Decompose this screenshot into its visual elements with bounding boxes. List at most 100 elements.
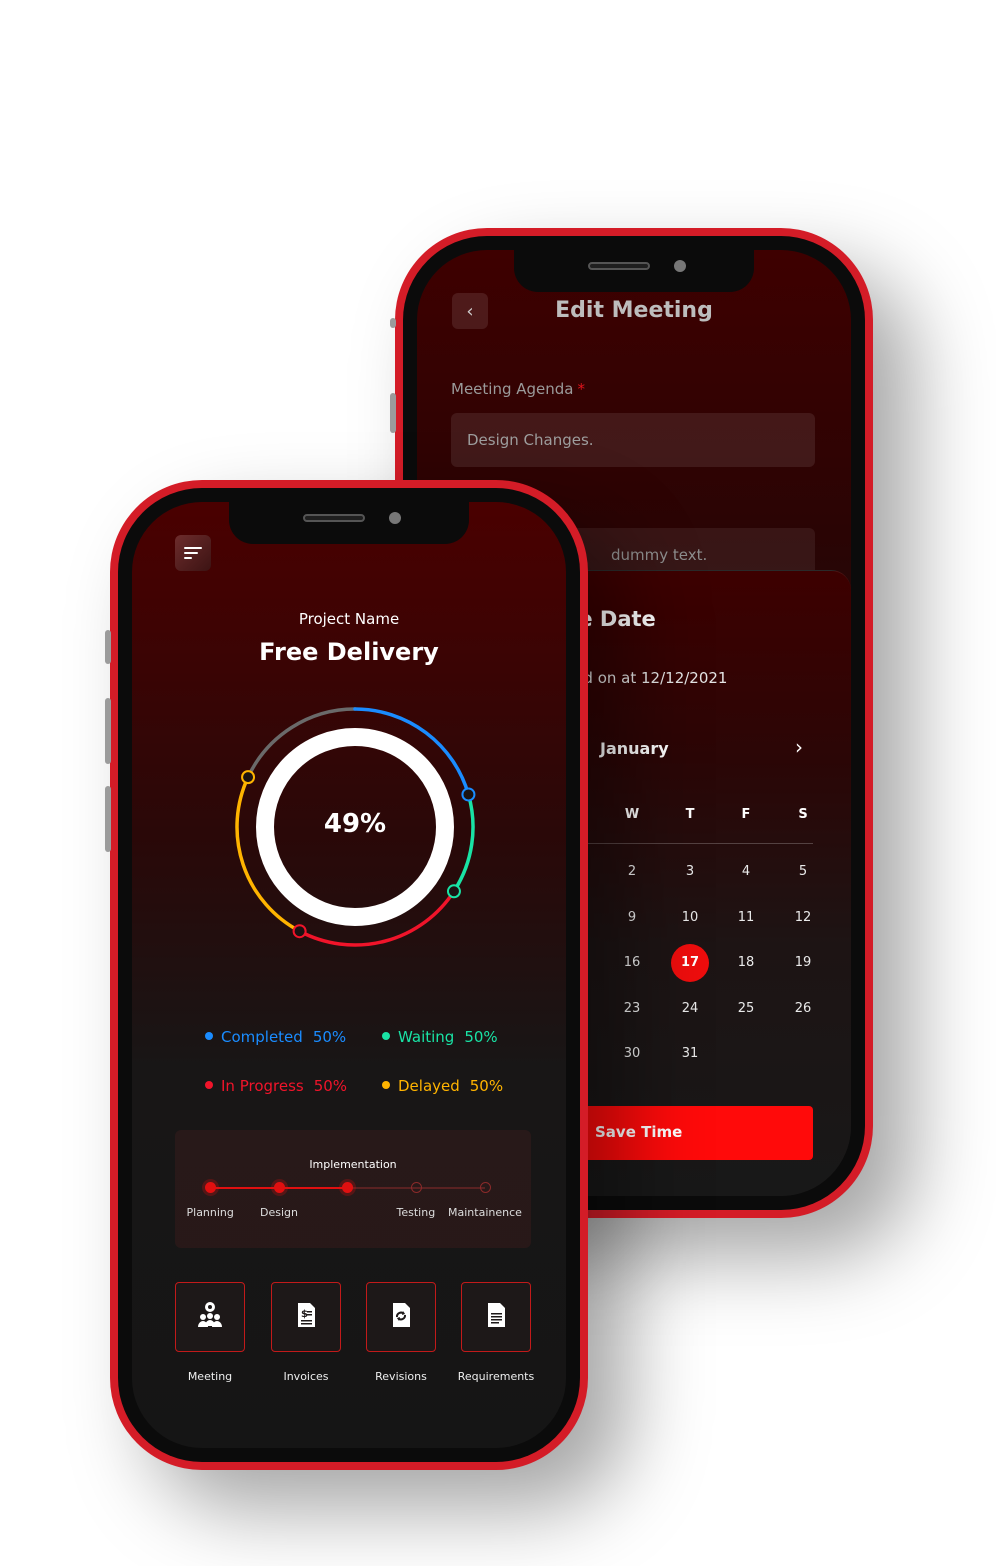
speaker — [588, 262, 650, 270]
legend-label: Delayed — [398, 1077, 460, 1095]
calendar-day[interactable]: 5 — [784, 853, 822, 891]
in-progress-marker — [292, 924, 307, 939]
legend-value: 50% — [312, 1028, 347, 1046]
phase-label: Planning — [186, 1206, 234, 1219]
calendar-day[interactable]: 18 — [727, 944, 765, 982]
phase-connector — [347, 1187, 416, 1189]
legend-dot — [382, 1081, 390, 1089]
calendar-day[interactable]: 3 — [671, 853, 709, 891]
meeting-icon — [195, 1300, 225, 1334]
calendar-day[interactable]: 9 — [613, 899, 651, 937]
weekday-header: T — [685, 807, 695, 822]
legend-label: Completed — [221, 1028, 303, 1046]
phase-dot — [341, 1182, 353, 1193]
calendar-day[interactable]: 31 — [671, 1035, 709, 1073]
tile-meeting[interactable] — [175, 1282, 245, 1352]
legend-value: 50% — [313, 1077, 348, 1095]
phase-timeline: Implementation Planning Design Testing Main… — [175, 1130, 531, 1248]
menu-icon — [184, 557, 192, 559]
required-mark: * — [577, 380, 585, 398]
calendar-day[interactable]: 10 — [671, 899, 709, 937]
tile-requirements[interactable] — [461, 1282, 531, 1352]
tile-label: Meeting — [187, 1370, 233, 1383]
phase-dot — [410, 1182, 422, 1193]
camera — [674, 260, 686, 272]
legend-dot — [382, 1032, 390, 1040]
project-name: Free Delivery — [259, 638, 439, 666]
legend-label: Waiting — [398, 1028, 455, 1046]
completed-marker — [461, 787, 476, 802]
chevron-right-icon: › — [795, 735, 803, 759]
calendar-day[interactable]: 26 — [784, 990, 822, 1028]
weekday-header: S — [798, 807, 808, 822]
volume-button — [390, 393, 396, 433]
calendar-day[interactable]: 24 — [671, 990, 709, 1028]
agenda-label: Meeting Agenda * — [451, 380, 585, 398]
phone-dashboard: Project Name Free Delivery 49% Completed… — [105, 480, 588, 1470]
legend-dot — [205, 1032, 213, 1040]
speaker — [303, 514, 365, 522]
revision-icon — [386, 1300, 416, 1334]
legend-value: 50% — [464, 1028, 498, 1046]
phase-label: Testing — [396, 1206, 436, 1219]
legend-label: In Progress — [221, 1077, 304, 1095]
calendar-day[interactable]: 23 — [613, 990, 651, 1028]
notch — [229, 502, 469, 544]
camera — [389, 512, 401, 524]
legend-value: 50% — [469, 1077, 504, 1095]
phase-connector — [279, 1187, 347, 1189]
menu-icon — [184, 547, 202, 549]
waiting-marker — [446, 884, 461, 899]
progress-percent: 49% — [323, 809, 387, 839]
agenda-label-text: Meeting Agenda — [451, 380, 574, 398]
save-time-button[interactable]: Save Time — [567, 1106, 813, 1160]
calendar-day[interactable]: 30 — [613, 1035, 651, 1073]
page-title: Edit Meeting — [555, 298, 713, 323]
phase-label: Maintainence — [448, 1206, 522, 1219]
tile-revisions[interactable] — [366, 1282, 436, 1352]
legend-item: Delayed 50% — [382, 1077, 503, 1095]
phase-connector — [210, 1187, 279, 1189]
agenda-input[interactable]: Design Changes. — [451, 413, 815, 467]
calendar-day[interactable]: 4 — [727, 853, 765, 891]
phase-dot — [273, 1182, 285, 1193]
menu-icon — [184, 552, 198, 554]
svg-text:$: $ — [301, 1309, 308, 1320]
notch — [514, 250, 754, 292]
phase-dot — [204, 1182, 216, 1193]
legend-dot — [205, 1081, 213, 1089]
tile-label: Revisions — [375, 1370, 427, 1383]
calendar-day[interactable]: 2 — [613, 853, 651, 891]
calendar-day-selected[interactable]: 17 — [671, 944, 709, 982]
calendar-day[interactable]: 19 — [784, 944, 822, 982]
phase-dot — [479, 1182, 491, 1193]
weekday-header: F — [741, 807, 751, 822]
next-month-button[interactable]: › — [795, 735, 803, 759]
project-label: Project Name — [298, 610, 400, 628]
legend-item: In Progress 50% — [205, 1077, 347, 1095]
dashboard-screen: Project Name Free Delivery 49% Completed… — [132, 502, 566, 1448]
delayed-marker — [241, 770, 256, 785]
calendar-day[interactable]: 16 — [613, 944, 651, 982]
phase-label: Design — [260, 1206, 298, 1219]
progress-ring: 49% — [225, 697, 485, 957]
weekday-header: W — [624, 807, 640, 822]
calendar-month: January — [600, 739, 669, 758]
requirements-icon — [481, 1300, 511, 1334]
calendar-day[interactable]: 25 — [727, 990, 765, 1028]
legend-item: Completed 50% — [205, 1028, 346, 1046]
tile-label: Invoices — [283, 1370, 329, 1383]
legend-item: Waiting 50% — [382, 1028, 498, 1046]
calendar-day[interactable]: 12 — [784, 899, 822, 937]
mute-switch — [390, 318, 396, 328]
current-phase-label: Implementation — [309, 1158, 397, 1171]
calendar-day[interactable]: 11 — [727, 899, 765, 937]
tile-invoices[interactable]: $ — [271, 1282, 341, 1352]
description-text: dummy text. — [611, 546, 708, 564]
mute-switch — [105, 630, 111, 664]
tile-label: Requirements — [457, 1370, 535, 1383]
volume-down-button — [105, 786, 111, 852]
volume-up-button — [105, 698, 111, 764]
menu-button[interactable] — [175, 535, 211, 571]
invoice-icon: $ — [291, 1300, 321, 1334]
